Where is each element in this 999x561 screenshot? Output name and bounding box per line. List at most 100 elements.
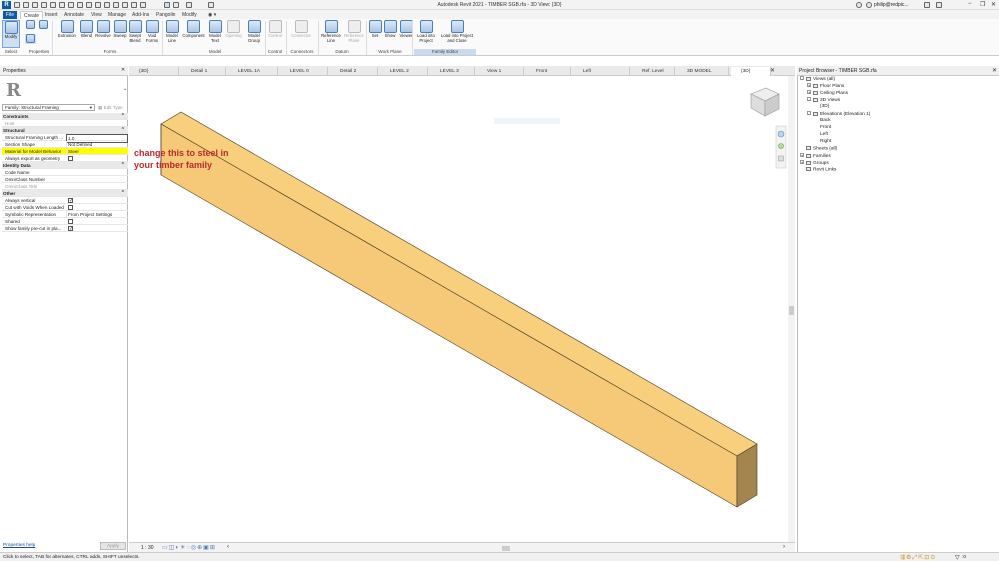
property-value[interactable]: From Project Settings — [66, 211, 128, 218]
type-selector-arrow-icon[interactable]: ⌄ — [123, 86, 127, 92]
set-button[interactable]: Set — [368, 20, 382, 39]
properties-button[interactable] — [25, 20, 36, 30]
view-tab-level-1a[interactable]: LEVEL 1A — [228, 67, 278, 76]
collapse-icon[interactable]: ⌃ — [121, 162, 125, 169]
tab-view[interactable]: View — [88, 11, 105, 19]
ribbon-minimize-icon[interactable]: ◉ ▾ — [205, 11, 219, 19]
sweep-button[interactable]: Sweep — [112, 20, 128, 39]
property-row-omniclass-title[interactable]: OmniClass Title — [2, 183, 128, 190]
close-window-icon[interactable]: ✕ — [991, 1, 996, 8]
close-view-icon[interactable]: ✕ — [770, 67, 775, 74]
user-icon[interactable] — [866, 2, 872, 8]
tab-annotate[interactable]: Annotate — [61, 11, 87, 19]
browser-item-floor-plans[interactable]: + Floor Plans — [807, 83, 844, 89]
view-tab-level-2[interactable]: LEVEL 2 — [380, 67, 428, 76]
property-value[interactable]: Not Defined — [66, 141, 128, 148]
collapse-icon[interactable]: - — [800, 76, 804, 81]
reference-line-button[interactable]: Reference Line — [320, 20, 342, 43]
extrusion-button[interactable]: Extrusion — [56, 20, 78, 39]
family-types-button[interactable] — [38, 20, 49, 30]
browser-item-front[interactable]: Front — [814, 125, 831, 130]
cart-icon[interactable] — [924, 2, 930, 8]
browser-item-groups[interactable]: + Groups — [800, 160, 829, 166]
view-tab-detail-1[interactable]: Detail 1 — [181, 67, 226, 76]
family-category-button[interactable] — [25, 34, 36, 44]
reference-plane-button[interactable]: Reference Plane — [342, 20, 366, 43]
property-row-structural-framing-length[interactable]: Structural Framing Length ... 1.0 — [2, 134, 128, 143]
apply-button[interactable]: Apply — [100, 542, 126, 550]
scroll-right-icon[interactable]: › — [783, 544, 785, 550]
component-button[interactable]: Component — [180, 20, 207, 39]
filter-icon[interactable]: ▽ — [955, 554, 960, 561]
void-forms-button[interactable]: Void Forms — [145, 20, 159, 43]
property-row-always-export-as-geometry[interactable]: Always export as geometry — [2, 155, 128, 162]
property-group-identity-data[interactable]: Identity Data ⌃ — [2, 162, 128, 169]
browser-item-elevations-elevation-1[interactable]: - Elevations (Elevation 1) — [807, 111, 870, 117]
view-tab-level-0[interactable]: LEVEL 0 — [280, 67, 328, 76]
browser-item-revit-links[interactable]: Revit Links — [800, 167, 836, 172]
model-text-button[interactable]: Model Text — [207, 20, 223, 43]
expand-icon[interactable]: + — [800, 153, 804, 158]
collapse-icon[interactable]: - — [807, 97, 811, 102]
minimize-icon[interactable]: − — [968, 1, 972, 7]
property-row-material-for-model-behavior[interactable]: Material for Model Behavior Steel — [2, 148, 128, 155]
property-row-host[interactable]: Host — [2, 120, 128, 127]
view-tab-detail-2[interactable]: Detail 2 — [330, 67, 378, 76]
tab-add-ins[interactable]: Add-Ins — [129, 11, 152, 19]
connector-button[interactable]: Connector — [288, 20, 314, 39]
close-icon[interactable]: ✕ — [121, 67, 125, 73]
edit-type-button[interactable]: ▦ Edit Type — [98, 104, 128, 111]
collapse-icon[interactable]: ⌃ — [121, 127, 125, 134]
expand-icon[interactable]: + — [807, 90, 811, 95]
tab-insert[interactable]: Insert — [42, 11, 61, 19]
property-row-code-name[interactable]: Code Name — [2, 169, 128, 176]
family-selector[interactable]: Family: Structural Framing ▾ — [2, 104, 95, 111]
browser-item-3d[interactable]: {3D} — [814, 104, 829, 109]
property-row-always-vertical[interactable]: Always vertical ✓ — [2, 197, 128, 204]
panel-select[interactable]: Select — [0, 49, 22, 55]
property-row-omniclass-number[interactable]: OmniClass Number — [2, 176, 128, 183]
view-tab-3d[interactable]: {3D} — [731, 67, 771, 76]
property-row-cut-with-voids-when-loaded[interactable]: Cut with Voids When Loaded — [2, 204, 128, 211]
blend-button[interactable]: Blend — [78, 20, 95, 39]
search-icon[interactable] — [856, 2, 862, 8]
browser-item-families[interactable]: + Families — [800, 153, 831, 159]
view-control-icons[interactable]: ▭◫◐☀◌◎⊕▣⊞ — [162, 544, 216, 551]
model-group-button[interactable]: Model Group — [244, 20, 264, 43]
property-row-show-family-pre-cut-in-pla[interactable]: Show family pre-cut in pla... ✓ — [2, 225, 128, 232]
model-line-button[interactable]: Model Line — [164, 20, 180, 43]
control-button[interactable]: Control — [266, 20, 284, 39]
tab-manage[interactable]: Manage — [105, 11, 129, 19]
property-group-structural[interactable]: Structural ⌃ — [2, 127, 128, 134]
browser-item-3d-views[interactable]: - 3D Views — [807, 97, 840, 103]
revolve-button[interactable]: Revolve — [94, 20, 112, 39]
close-browser-icon[interactable]: ✕ — [992, 67, 997, 74]
expand-icon[interactable]: + — [800, 160, 804, 165]
property-row-symbolic-representation[interactable]: Symbolic Representation From Project Sett… — [2, 211, 128, 218]
view-tab-view-1[interactable]: View 1 — [477, 67, 524, 76]
view-tab-ref-level[interactable]: Ref. Level — [632, 67, 675, 76]
browser-item-sheets-all[interactable]: Sheets (all) — [800, 146, 837, 151]
view-tab-left[interactable]: Left — [573, 67, 630, 76]
property-checkbox[interactable]: ✓ — [68, 198, 73, 204]
browser-item-back[interactable]: Back — [814, 118, 831, 123]
browser-item-views-all[interactable]: - Views (all) — [800, 76, 835, 82]
property-group-constraints[interactable]: Constraints ⌃ — [2, 113, 128, 120]
collapse-icon[interactable]: ⌃ — [121, 113, 125, 120]
modify-button[interactable]: Modify — [2, 20, 20, 48]
opening-button[interactable]: Opening — [223, 20, 244, 39]
property-row-shared[interactable]: Shared — [2, 218, 128, 225]
properties-help-link[interactable]: Properties help — [3, 543, 35, 548]
property-group-other[interactable]: Other ⌃ — [2, 190, 128, 197]
view-tab-3d-model[interactable]: 3D MODEL — [677, 67, 729, 76]
load-into-project-button[interactable]: Load into Project — [414, 20, 438, 43]
property-checkbox[interactable]: ✓ — [68, 226, 73, 232]
expand-icon[interactable]: + — [807, 83, 811, 88]
scroll-left-icon[interactable]: ‹ — [227, 544, 229, 550]
collapse-icon[interactable]: - — [807, 111, 811, 116]
tab-modify[interactable]: Modify — [179, 11, 200, 19]
swept-blend-button[interactable]: Swept Blend — [128, 20, 142, 43]
browser-item-left[interactable]: Left — [814, 132, 828, 137]
help-icon[interactable] — [936, 2, 942, 8]
selection-filter-icons[interactable]: ⇶⚙⤢⇱⊡⊙ — [900, 554, 936, 561]
